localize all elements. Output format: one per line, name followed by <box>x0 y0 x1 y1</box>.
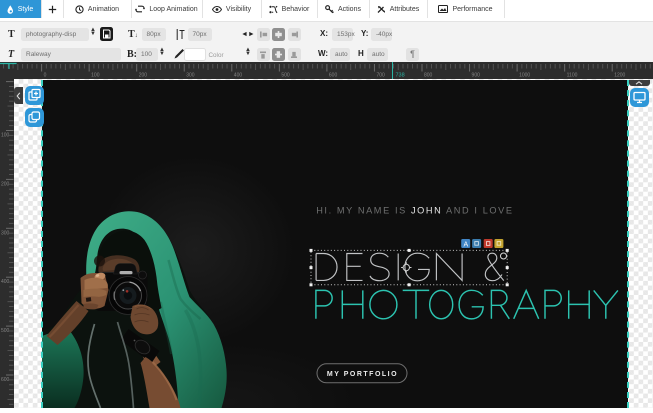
svg-text:500: 500 <box>281 73 290 79</box>
svg-text:100: 100 <box>91 73 100 79</box>
svg-text:100: 100 <box>1 133 10 139</box>
svg-text:738: 738 <box>396 73 405 79</box>
svg-text:600: 600 <box>329 73 338 79</box>
svg-text:0: 0 <box>44 73 47 79</box>
svg-text:900: 900 <box>472 73 481 79</box>
svg-text:MY PORTFOLIO: MY PORTFOLIO <box>326 371 397 378</box>
svg-text:1100: 1100 <box>567 73 578 79</box>
svg-text:800: 800 <box>424 73 433 79</box>
svg-text:500: 500 <box>1 328 10 334</box>
svg-text:700: 700 <box>376 73 385 79</box>
svg-text:400: 400 <box>234 73 243 79</box>
svg-text:1200: 1200 <box>614 73 625 79</box>
svg-text:300: 300 <box>186 73 195 79</box>
svg-text:200: 200 <box>139 73 148 79</box>
svg-text:200: 200 <box>1 181 10 187</box>
svg-text:A: A <box>463 241 468 248</box>
svg-text:HI. MY NAME IS JOHN AND I LOVE: HI. MY NAME IS JOHN AND I LOVE <box>316 206 513 216</box>
svg-text:1000: 1000 <box>519 73 530 79</box>
svg-text:600: 600 <box>1 377 10 383</box>
svg-text:400: 400 <box>1 279 10 285</box>
svg-text:300: 300 <box>1 230 10 236</box>
